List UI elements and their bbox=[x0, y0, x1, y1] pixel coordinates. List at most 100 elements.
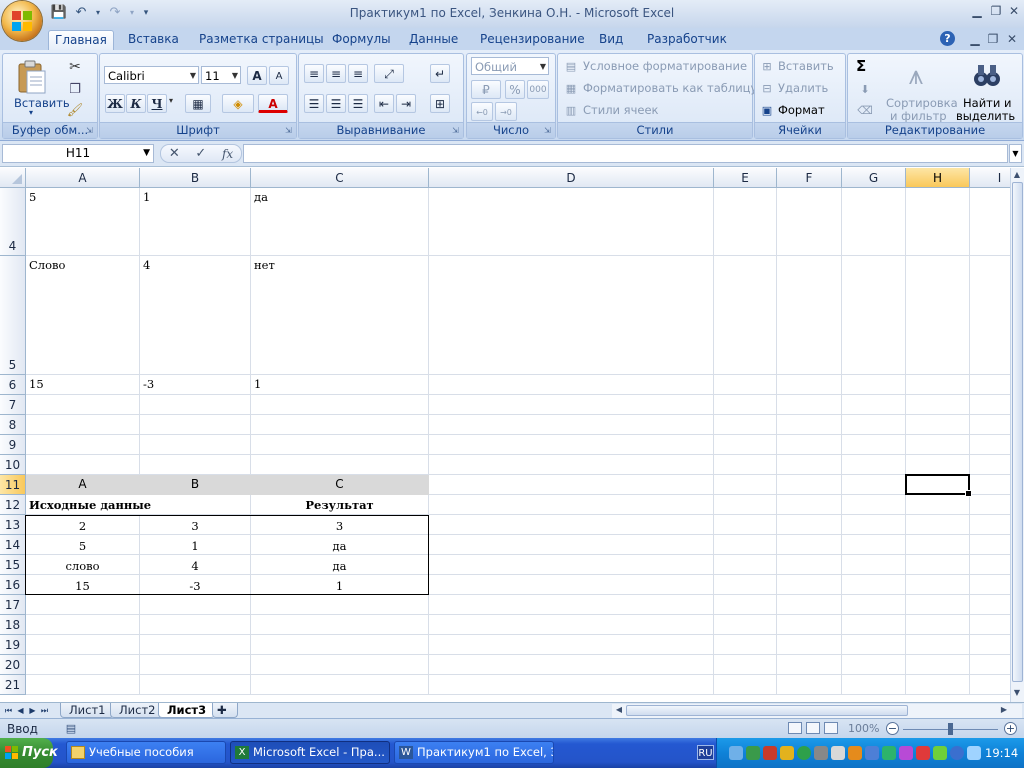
cell[interactable] bbox=[429, 615, 714, 635]
cell[interactable] bbox=[842, 655, 906, 675]
decrease-indent-icon[interactable]: ⇤ bbox=[374, 94, 394, 113]
page-break-view-icon[interactable] bbox=[824, 722, 838, 734]
cell[interactable] bbox=[251, 455, 429, 475]
cell[interactable] bbox=[714, 555, 777, 575]
cell[interactable] bbox=[251, 395, 429, 415]
zoom-out-icon[interactable]: − bbox=[886, 722, 899, 735]
cell[interactable] bbox=[26, 635, 140, 655]
cell[interactable] bbox=[842, 395, 906, 415]
cell[interactable] bbox=[970, 635, 1010, 655]
wrap-text-icon[interactable]: ↵ bbox=[430, 64, 450, 83]
cell-value[interactable]: да bbox=[251, 535, 429, 555]
cell-value[interactable]: 5 bbox=[26, 535, 140, 555]
grow-font-button[interactable]: A bbox=[247, 66, 267, 85]
copy-icon[interactable]: ❐ bbox=[66, 80, 84, 98]
shrink-font-button[interactable]: A bbox=[269, 66, 289, 85]
cell[interactable] bbox=[906, 575, 970, 595]
sort-filter-label-1[interactable]: Сортировка bbox=[886, 96, 958, 110]
cell-value[interactable]: -3 bbox=[140, 575, 251, 595]
conditional-format-button[interactable]: Условное форматирование bbox=[583, 59, 747, 73]
cell[interactable] bbox=[140, 435, 251, 455]
cell[interactable] bbox=[140, 655, 251, 675]
cell[interactable] bbox=[251, 435, 429, 455]
merge-center-icon[interactable]: ⊞ bbox=[430, 94, 450, 113]
column-header-d[interactable]: D bbox=[429, 168, 714, 188]
find-select-label-1[interactable]: Найти и bbox=[963, 96, 1011, 110]
column-header-h[interactable]: H bbox=[906, 168, 970, 188]
cell[interactable] bbox=[714, 495, 777, 515]
tray-antivirus-icon[interactable] bbox=[763, 746, 777, 760]
row-header-16[interactable]: 16 bbox=[0, 575, 26, 595]
tab-home[interactable]: Главная bbox=[48, 30, 114, 50]
cell[interactable] bbox=[714, 595, 777, 615]
thousands-button[interactable]: 000 bbox=[527, 80, 549, 99]
cell[interactable] bbox=[140, 595, 251, 615]
cell[interactable] bbox=[26, 675, 140, 695]
cell[interactable] bbox=[970, 415, 1010, 435]
horizontal-scrollbar[interactable]: ◀ ▶ bbox=[612, 704, 1022, 718]
cell[interactable] bbox=[26, 655, 140, 675]
cell[interactable] bbox=[842, 675, 906, 695]
row-header-18[interactable]: 18 bbox=[0, 615, 26, 635]
worksheet-grid[interactable]: A B C D E F G H I 4 5 6 7 8 9 10 11 12 13 14 15 16 17 18 19 20 21 5… bbox=[0, 168, 1010, 702]
cell-value[interactable]: 1 bbox=[251, 375, 429, 395]
cell[interactable] bbox=[777, 595, 842, 615]
cell[interactable] bbox=[970, 595, 1010, 615]
cell[interactable] bbox=[140, 675, 251, 695]
tab-view[interactable]: Вид bbox=[593, 30, 629, 49]
cell-value[interactable]: -3 bbox=[140, 375, 251, 395]
find-select-label-2[interactable]: выделить bbox=[956, 109, 1015, 123]
tray-flash-icon[interactable] bbox=[848, 746, 862, 760]
column-header-f[interactable]: F bbox=[777, 168, 842, 188]
cell[interactable] bbox=[842, 415, 906, 435]
clear-icon[interactable]: ⌫ bbox=[856, 102, 874, 118]
cell-value[interactable]: да bbox=[251, 555, 429, 575]
cell[interactable] bbox=[906, 675, 970, 695]
cell[interactable] bbox=[429, 535, 714, 555]
column-header-g[interactable]: G bbox=[842, 168, 906, 188]
cell[interactable] bbox=[429, 256, 714, 375]
cell[interactable] bbox=[714, 535, 777, 555]
chevron-down-icon[interactable]: ▼ bbox=[143, 145, 150, 162]
scroll-down-icon[interactable]: ▼ bbox=[1011, 688, 1023, 697]
cell-value[interactable]: 3 bbox=[251, 515, 429, 535]
cell[interactable] bbox=[906, 635, 970, 655]
tab-formulas[interactable]: Формулы bbox=[326, 30, 397, 49]
cell[interactable] bbox=[842, 188, 906, 256]
page-layout-view-icon[interactable] bbox=[806, 722, 820, 734]
sheet-tab-1[interactable]: Лист1 bbox=[60, 703, 115, 718]
cell[interactable] bbox=[970, 575, 1010, 595]
row-header-7[interactable]: 7 bbox=[0, 395, 26, 415]
start-button[interactable]: Пуск bbox=[0, 738, 58, 768]
tab-insert[interactable]: Вставка bbox=[122, 30, 185, 49]
column-header-e[interactable]: E bbox=[714, 168, 777, 188]
insert-function-button[interactable]: fx bbox=[222, 147, 233, 161]
font-color-button[interactable]: A bbox=[258, 94, 288, 113]
ribbon-restore-icon[interactable]: ❐ bbox=[984, 31, 1002, 47]
cell[interactable] bbox=[970, 615, 1010, 635]
cell[interactable] bbox=[777, 415, 842, 435]
paste-dropdown-icon[interactable]: ▾ bbox=[29, 108, 33, 117]
tray-device-icon[interactable] bbox=[814, 746, 828, 760]
delete-cells-button[interactable]: Удалить bbox=[778, 81, 828, 95]
cell[interactable] bbox=[777, 615, 842, 635]
cell[interactable] bbox=[777, 635, 842, 655]
tray-sync-icon[interactable] bbox=[882, 746, 896, 760]
cell[interactable] bbox=[714, 475, 777, 495]
cell[interactable] bbox=[251, 615, 429, 635]
cell[interactable] bbox=[251, 655, 429, 675]
format-as-table-button[interactable]: Форматировать как таблицу bbox=[583, 81, 757, 95]
cell[interactable] bbox=[906, 615, 970, 635]
scroll-left-icon[interactable]: ◀ bbox=[613, 705, 625, 714]
tab-review[interactable]: Рецензирование bbox=[474, 30, 591, 49]
cell[interactable] bbox=[777, 455, 842, 475]
tab-developer[interactable]: Разработчик bbox=[641, 30, 733, 49]
fill-color-icon[interactable]: ◈ bbox=[222, 94, 254, 113]
cell[interactable] bbox=[970, 535, 1010, 555]
insert-sheet-icon[interactable]: ✚ bbox=[212, 703, 238, 718]
column-header-i[interactable]: I bbox=[970, 168, 1010, 188]
cell[interactable] bbox=[429, 595, 714, 615]
tray-volume-icon[interactable] bbox=[831, 746, 845, 760]
cell[interactable] bbox=[714, 415, 777, 435]
column-header-a[interactable]: A bbox=[26, 168, 140, 188]
